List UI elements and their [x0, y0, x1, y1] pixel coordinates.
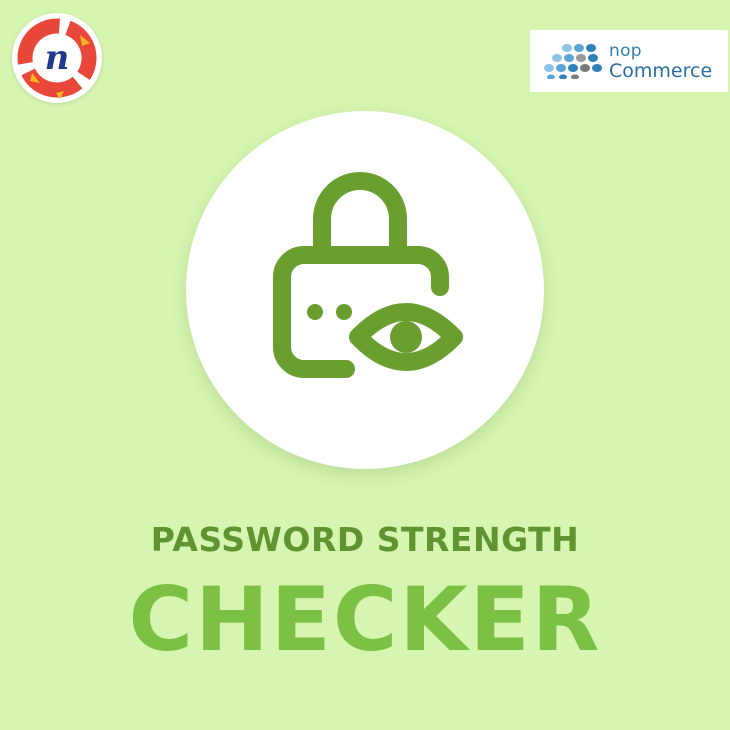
nop-label: nop [609, 41, 642, 61]
nopcommerce-dots-icon [544, 44, 602, 79]
lock-eye-icon [273, 172, 463, 378]
commerce-label: Commerce [609, 60, 713, 82]
nopcommerce-badge: nop Commerce [530, 30, 728, 92]
title-line-2: CHECKER [128, 568, 602, 671]
hero-circle [186, 111, 544, 469]
brand-logo: n [12, 13, 102, 103]
title-line-1: PASSWORD STRENGTH [150, 520, 580, 559]
brand-n-logo-icon: n [17, 18, 97, 99]
logo-letter: n [45, 38, 70, 78]
nopcommerce-wordmark: nop Commerce [609, 41, 712, 81]
